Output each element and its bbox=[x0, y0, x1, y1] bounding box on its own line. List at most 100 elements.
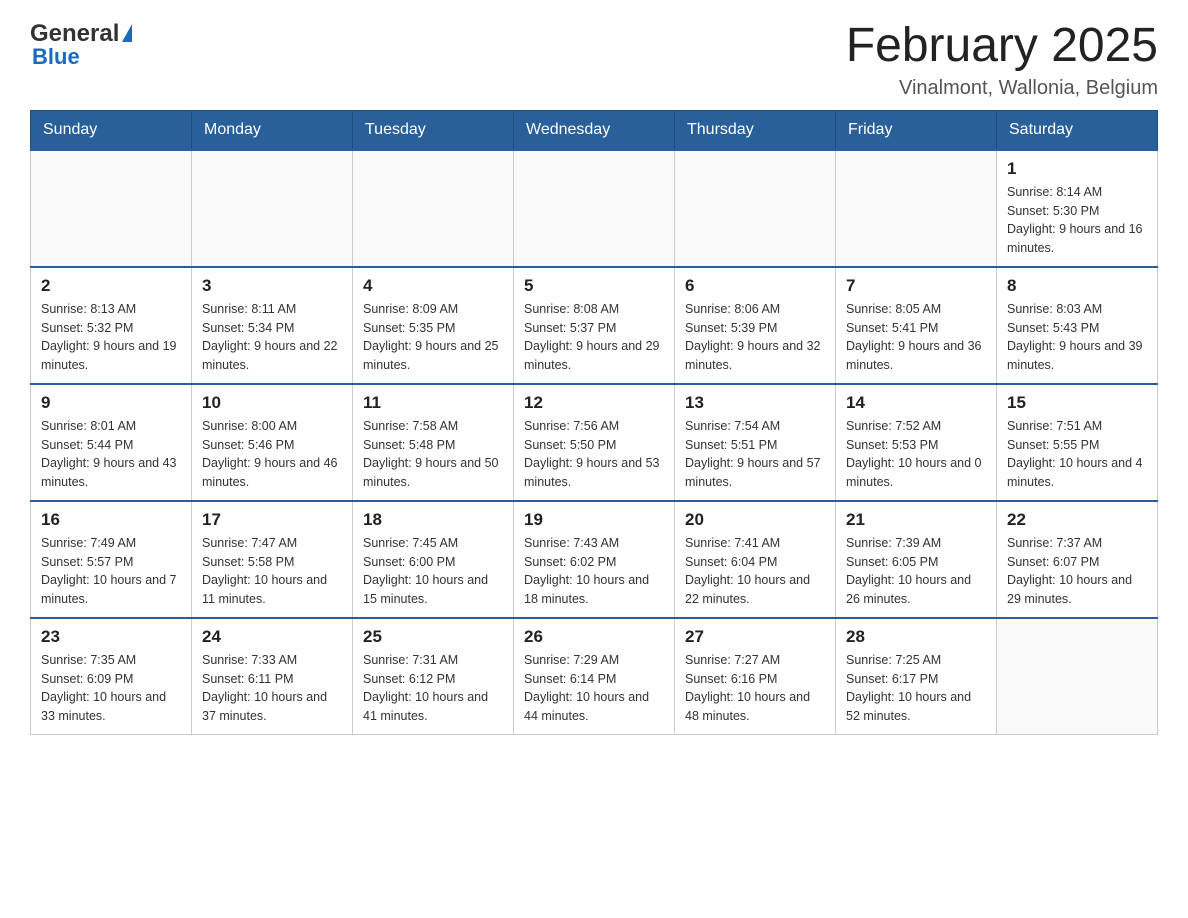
calendar-cell: 27 Sunrise: 7:27 AM Sunset: 6:16 PM Dayli… bbox=[675, 618, 836, 735]
page-header: General Blue February 2025 Vinalmont, Wa… bbox=[30, 20, 1158, 100]
day-number: 19 bbox=[524, 510, 664, 530]
day-header-saturday: Saturday bbox=[997, 110, 1158, 150]
calendar-cell: 19Sunrise: 7:43 AM Sunset: 6:02 PM Dayli… bbox=[514, 501, 675, 618]
day-info: Sunrise: 7:45 AM Sunset: 6:00 PM Dayligh… bbox=[363, 534, 503, 609]
day-number: 2 bbox=[41, 276, 181, 296]
day-number: 21 bbox=[846, 510, 986, 530]
calendar-cell: 17 Sunrise: 7:47 AM Sunset: 5:58 PM Dayli… bbox=[192, 501, 353, 618]
day-number: 1 bbox=[1007, 159, 1147, 179]
calendar-cell: 21 Sunrise: 7:39 AM Sunset: 6:05 PM Dayli… bbox=[836, 501, 997, 618]
calendar-cell: 3 Sunrise: 8:11 AM Sunset: 5:34 PM Daylig… bbox=[192, 267, 353, 384]
calendar-cell: 11 Sunrise: 7:58 AM Sunset: 5:48 PM Dayli… bbox=[353, 384, 514, 501]
day-number: 23 bbox=[41, 627, 181, 647]
calendar-cell: 4 Sunrise: 8:09 AM Sunset: 5:35 PM Daylig… bbox=[353, 267, 514, 384]
day-number: 4 bbox=[363, 276, 503, 296]
calendar-cell bbox=[997, 618, 1158, 735]
day-number: 17 bbox=[202, 510, 342, 530]
logo-triangle-icon bbox=[122, 24, 132, 42]
day-info: Sunrise: 8:08 AM Sunset: 5:37 PM Dayligh… bbox=[524, 300, 664, 375]
day-number: 10 bbox=[202, 393, 342, 413]
day-info: Sunrise: 8:13 AM Sunset: 5:32 PM Dayligh… bbox=[41, 300, 181, 375]
day-number: 7 bbox=[846, 276, 986, 296]
calendar-cell: 6 Sunrise: 8:06 AM Sunset: 5:39 PM Daylig… bbox=[675, 267, 836, 384]
day-number: 20 bbox=[685, 510, 825, 530]
day-number: 9 bbox=[41, 393, 181, 413]
day-info: Sunrise: 7:51 AM Sunset: 5:55 PM Dayligh… bbox=[1007, 417, 1147, 492]
calendar-cell: 25 Sunrise: 7:31 AM Sunset: 6:12 PM Dayli… bbox=[353, 618, 514, 735]
day-header-friday: Friday bbox=[836, 110, 997, 150]
day-header-monday: Monday bbox=[192, 110, 353, 150]
day-number: 24 bbox=[202, 627, 342, 647]
calendar-cell: 13 Sunrise: 7:54 AM Sunset: 5:51 PM Dayli… bbox=[675, 384, 836, 501]
calendar-cell: 1 Sunrise: 8:14 AM Sunset: 5:30 PM Daylig… bbox=[997, 150, 1158, 267]
calendar-cell bbox=[353, 150, 514, 267]
day-number: 22 bbox=[1007, 510, 1147, 530]
day-info: Sunrise: 7:41 AM Sunset: 6:04 PM Dayligh… bbox=[685, 534, 825, 609]
day-info: Sunrise: 8:01 AM Sunset: 5:44 PM Dayligh… bbox=[41, 417, 181, 492]
calendar-cell bbox=[192, 150, 353, 267]
day-number: 18 bbox=[363, 510, 503, 530]
calendar-cell: 23 Sunrise: 7:35 AM Sunset: 6:09 PM Dayli… bbox=[31, 618, 192, 735]
calendar-cell: 7Sunrise: 8:05 AM Sunset: 5:41 PM Daylig… bbox=[836, 267, 997, 384]
week-row: 2 Sunrise: 8:13 AM Sunset: 5:32 PM Daylig… bbox=[31, 267, 1158, 384]
day-number: 3 bbox=[202, 276, 342, 296]
day-number: 12 bbox=[524, 393, 664, 413]
calendar-cell: 5 Sunrise: 8:08 AM Sunset: 5:37 PM Daylig… bbox=[514, 267, 675, 384]
calendar-cell bbox=[836, 150, 997, 267]
day-info: Sunrise: 7:47 AM Sunset: 5:58 PM Dayligh… bbox=[202, 534, 342, 609]
calendar-table: SundayMondayTuesdayWednesdayThursdayFrid… bbox=[30, 110, 1158, 735]
day-info: Sunrise: 7:33 AM Sunset: 6:11 PM Dayligh… bbox=[202, 651, 342, 726]
calendar-cell: 10 Sunrise: 8:00 AM Sunset: 5:46 PM Dayli… bbox=[192, 384, 353, 501]
day-number: 26 bbox=[524, 627, 664, 647]
logo: General Blue bbox=[30, 20, 132, 70]
location-title: Vinalmont, Wallonia, Belgium bbox=[846, 77, 1158, 100]
day-info: Sunrise: 8:00 AM Sunset: 5:46 PM Dayligh… bbox=[202, 417, 342, 492]
day-info: Sunrise: 7:31 AM Sunset: 6:12 PM Dayligh… bbox=[363, 651, 503, 726]
day-number: 14 bbox=[846, 393, 986, 413]
calendar-cell: 26 Sunrise: 7:29 AM Sunset: 6:14 PM Dayli… bbox=[514, 618, 675, 735]
day-info: Sunrise: 7:58 AM Sunset: 5:48 PM Dayligh… bbox=[363, 417, 503, 492]
day-header-wednesday: Wednesday bbox=[514, 110, 675, 150]
day-info: Sunrise: 8:14 AM Sunset: 5:30 PM Dayligh… bbox=[1007, 183, 1147, 258]
day-header-thursday: Thursday bbox=[675, 110, 836, 150]
day-number: 8 bbox=[1007, 276, 1147, 296]
calendar-cell: 16 Sunrise: 7:49 AM Sunset: 5:57 PM Dayli… bbox=[31, 501, 192, 618]
day-header-tuesday: Tuesday bbox=[353, 110, 514, 150]
calendar-cell bbox=[31, 150, 192, 267]
day-number: 13 bbox=[685, 393, 825, 413]
month-title: February 2025 bbox=[846, 20, 1158, 73]
day-info: Sunrise: 7:29 AM Sunset: 6:14 PM Dayligh… bbox=[524, 651, 664, 726]
calendar-cell: 24 Sunrise: 7:33 AM Sunset: 6:11 PM Dayli… bbox=[192, 618, 353, 735]
day-header-sunday: Sunday bbox=[31, 110, 192, 150]
calendar-cell: 8Sunrise: 8:03 AM Sunset: 5:43 PM Daylig… bbox=[997, 267, 1158, 384]
day-number: 5 bbox=[524, 276, 664, 296]
week-row: 1 Sunrise: 8:14 AM Sunset: 5:30 PM Daylig… bbox=[31, 150, 1158, 267]
title-section: February 2025 Vinalmont, Wallonia, Belgi… bbox=[846, 20, 1158, 100]
day-info: Sunrise: 8:11 AM Sunset: 5:34 PM Dayligh… bbox=[202, 300, 342, 375]
day-number: 11 bbox=[363, 393, 503, 413]
day-info: Sunrise: 8:06 AM Sunset: 5:39 PM Dayligh… bbox=[685, 300, 825, 375]
calendar-cell: 15Sunrise: 7:51 AM Sunset: 5:55 PM Dayli… bbox=[997, 384, 1158, 501]
week-row: 16 Sunrise: 7:49 AM Sunset: 5:57 PM Dayli… bbox=[31, 501, 1158, 618]
logo-blue-text: Blue bbox=[30, 44, 80, 70]
day-info: Sunrise: 8:09 AM Sunset: 5:35 PM Dayligh… bbox=[363, 300, 503, 375]
calendar-cell bbox=[675, 150, 836, 267]
day-info: Sunrise: 7:39 AM Sunset: 6:05 PM Dayligh… bbox=[846, 534, 986, 609]
week-row: 9 Sunrise: 8:01 AM Sunset: 5:44 PM Daylig… bbox=[31, 384, 1158, 501]
day-number: 6 bbox=[685, 276, 825, 296]
day-info: Sunrise: 7:27 AM Sunset: 6:16 PM Dayligh… bbox=[685, 651, 825, 726]
day-info: Sunrise: 7:35 AM Sunset: 6:09 PM Dayligh… bbox=[41, 651, 181, 726]
day-number: 28 bbox=[846, 627, 986, 647]
calendar-header-row: SundayMondayTuesdayWednesdayThursdayFrid… bbox=[31, 110, 1158, 150]
day-info: Sunrise: 7:25 AM Sunset: 6:17 PM Dayligh… bbox=[846, 651, 986, 726]
calendar-cell bbox=[514, 150, 675, 267]
day-number: 16 bbox=[41, 510, 181, 530]
day-info: Sunrise: 7:54 AM Sunset: 5:51 PM Dayligh… bbox=[685, 417, 825, 492]
day-number: 25 bbox=[363, 627, 503, 647]
day-info: Sunrise: 7:49 AM Sunset: 5:57 PM Dayligh… bbox=[41, 534, 181, 609]
day-info: Sunrise: 7:37 AM Sunset: 6:07 PM Dayligh… bbox=[1007, 534, 1147, 609]
day-info: Sunrise: 7:56 AM Sunset: 5:50 PM Dayligh… bbox=[524, 417, 664, 492]
calendar-cell: 2 Sunrise: 8:13 AM Sunset: 5:32 PM Daylig… bbox=[31, 267, 192, 384]
day-number: 27 bbox=[685, 627, 825, 647]
calendar-cell: 22 Sunrise: 7:37 AM Sunset: 6:07 PM Dayli… bbox=[997, 501, 1158, 618]
